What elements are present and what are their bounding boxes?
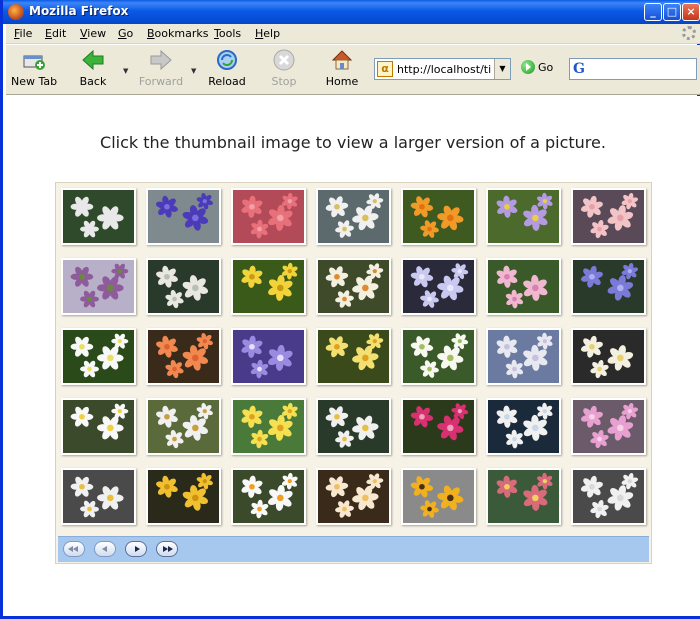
thumbnail-image[interactable] <box>401 188 476 245</box>
thumbnail-image[interactable] <box>316 468 391 525</box>
minimize-button[interactable]: _ <box>644 3 662 21</box>
stop-icon <box>273 49 295 71</box>
forward-label: Forward <box>138 75 184 88</box>
thumbnail-image[interactable] <box>401 468 476 525</box>
thumbnail-gallery <box>55 182 652 564</box>
new-tab-label: New Tab <box>11 75 58 88</box>
first-page-icon-part <box>73 546 78 552</box>
thumbnail-image[interactable] <box>316 328 391 385</box>
thumbnail-image[interactable] <box>146 188 221 245</box>
site-favicon-icon: α <box>377 61 393 77</box>
thumbnail-image[interactable] <box>571 258 646 315</box>
last-page-icon-part <box>168 546 173 552</box>
page-content: Click the thumbnail image to view a larg… <box>6 96 700 616</box>
thumbnail-image[interactable] <box>571 188 646 245</box>
url-input[interactable] <box>397 61 491 77</box>
last-page-button[interactable] <box>156 541 178 557</box>
thumbnail-image[interactable] <box>486 258 561 315</box>
thumbnail-image[interactable] <box>486 188 561 245</box>
maximize-button[interactable]: □ <box>663 3 681 21</box>
menu-help[interactable]: Help <box>255 27 280 40</box>
home-button[interactable]: Home <box>324 48 360 93</box>
go-label: Go <box>538 60 554 74</box>
thumbnail-image[interactable] <box>61 468 136 525</box>
thumbnail-image[interactable] <box>146 468 221 525</box>
stop-button[interactable]: Stop <box>268 48 300 93</box>
window-title: Mozilla Firefox <box>29 4 129 18</box>
google-icon[interactable]: G <box>573 61 585 77</box>
thumbnail-image[interactable] <box>486 468 561 525</box>
back-arrow-icon <box>82 49 104 71</box>
next-page-icon <box>135 546 140 552</box>
reload-icon <box>217 50 237 70</box>
url-history-dropdown[interactable]: ▼ <box>494 59 510 79</box>
close-button[interactable]: × <box>682 3 700 21</box>
thumbnail-image[interactable] <box>401 258 476 315</box>
thumbnail-image[interactable] <box>316 258 391 315</box>
previous-page-button[interactable] <box>94 541 116 557</box>
back-history-dropdown[interactable]: ▼ <box>123 67 128 75</box>
menu-bookmarks[interactable]: Bookmarks <box>147 27 208 40</box>
home-label: Home <box>325 75 359 88</box>
firefox-logo-icon <box>8 4 24 20</box>
home-icon <box>331 50 353 70</box>
thumbnail-image[interactable] <box>316 188 391 245</box>
thumbnail-image[interactable] <box>231 468 306 525</box>
thumbnail-image[interactable] <box>231 398 306 455</box>
thumbnail-image[interactable] <box>401 328 476 385</box>
menu-go[interactable]: Go <box>118 27 133 40</box>
go-arrow-icon <box>521 60 535 74</box>
throbber-icon <box>682 26 696 40</box>
reload-button[interactable]: Reload <box>206 48 248 93</box>
search-bar[interactable]: G <box>569 58 697 80</box>
menu-view[interactable]: View <box>80 27 106 40</box>
browser-window: Mozilla Firefox _ □ × File Edit View Go … <box>0 0 700 619</box>
next-page-button[interactable] <box>125 541 147 557</box>
thumbnail-image[interactable] <box>316 398 391 455</box>
thumbnail-image[interactable] <box>61 398 136 455</box>
url-bar[interactable]: α ▼ <box>374 58 511 80</box>
menu-bar: File Edit View Go Bookmarks Tools Help <box>6 24 700 44</box>
stop-label: Stop <box>271 75 297 88</box>
thumbnail-image[interactable] <box>571 468 646 525</box>
forward-history-dropdown[interactable]: ▼ <box>191 67 196 75</box>
new-tab-icon <box>23 55 45 70</box>
forward-arrow-icon <box>150 49 172 71</box>
thumbnail-image[interactable] <box>61 328 136 385</box>
thumbnail-image[interactable] <box>146 398 221 455</box>
thumbnail-image[interactable] <box>486 328 561 385</box>
thumbnail-image[interactable] <box>571 398 646 455</box>
thumbnail-image[interactable] <box>61 258 136 315</box>
thumbnail-image[interactable] <box>231 188 306 245</box>
back-label: Back <box>79 75 107 88</box>
go-button[interactable]: Go <box>521 60 553 78</box>
navigation-toolbar: New Tab Back ▼ Forward ▼ Reload Stop Hom… <box>6 45 700 95</box>
instructions-text: Click the thumbnail image to view a larg… <box>100 133 606 152</box>
thumbnail-image[interactable] <box>61 188 136 245</box>
thumbnail-image[interactable] <box>146 328 221 385</box>
reload-label: Reload <box>208 75 246 88</box>
thumbnail-image[interactable] <box>231 328 306 385</box>
thumbnail-image[interactable] <box>401 398 476 455</box>
previous-page-icon <box>102 546 107 552</box>
title-bar: Mozilla Firefox _ □ × <box>3 0 700 24</box>
pager-bar <box>58 536 649 562</box>
menu-edit[interactable]: Edit <box>45 27 66 40</box>
first-page-button[interactable] <box>63 541 85 557</box>
menu-tools[interactable]: Tools <box>214 27 241 40</box>
thumbnail-image[interactable] <box>231 258 306 315</box>
forward-button[interactable]: Forward <box>137 48 185 93</box>
thumbnail-image[interactable] <box>146 258 221 315</box>
thumbnail-image[interactable] <box>571 328 646 385</box>
menu-file[interactable]: File <box>14 27 32 40</box>
thumbnail-image[interactable] <box>486 398 561 455</box>
new-tab-button[interactable]: New Tab <box>11 48 57 93</box>
back-button[interactable]: Back <box>73 48 113 93</box>
